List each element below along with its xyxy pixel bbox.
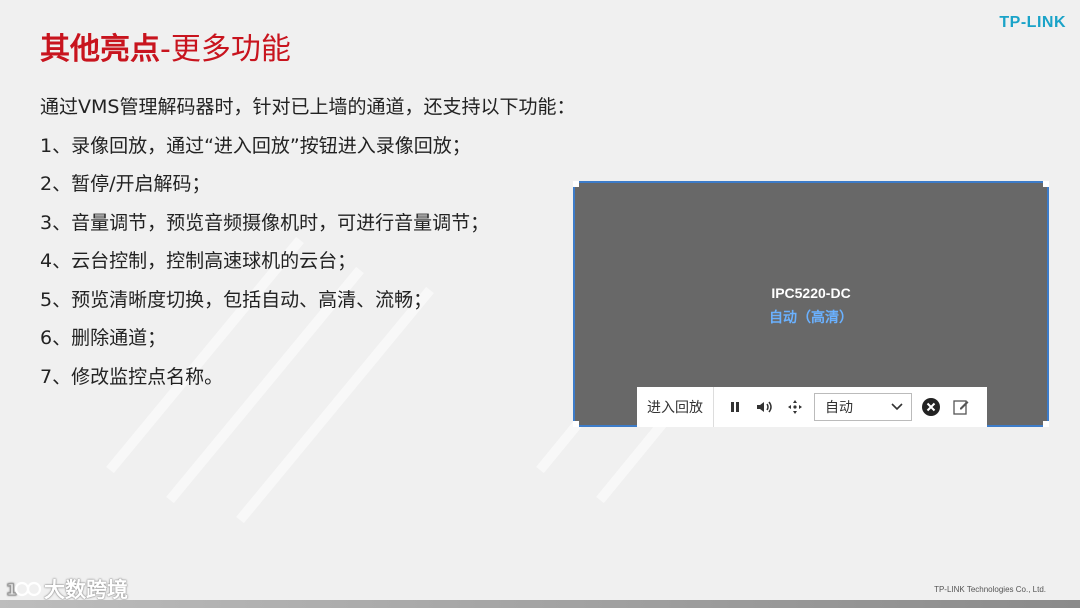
volume-icon[interactable]: [750, 387, 780, 427]
quality-status: 自动（高清）: [769, 310, 853, 326]
list-item: 5、预览清晰度切换，包括自动、高清、流畅；: [40, 288, 433, 311]
list-item: 7、修改监控点名称。: [40, 365, 224, 388]
list-item: 2、暂停/开启解码；: [40, 173, 211, 195]
resize-handle[interactable]: [1043, 421, 1049, 427]
rename-edit-icon[interactable]: [946, 387, 976, 427]
pause-icon[interactable]: [720, 387, 750, 427]
quality-select-value: 自动: [825, 400, 853, 416]
title-main: 其他亮点: [40, 32, 160, 67]
ptz-move-icon[interactable]: [780, 387, 810, 427]
page-title: 其他亮点-更多功能: [40, 24, 291, 68]
list-item: 4、云台控制，控制高速球机的云台；: [40, 250, 357, 272]
resize-handle[interactable]: [573, 181, 579, 187]
feature-list: 通过VMS管理解码器时，针对已上墙的通道，还支持以下功能： 1、录像回放，通过“…: [40, 88, 660, 396]
list-item: 6、删除通道；: [40, 327, 167, 349]
intro-line: 通过VMS管理解码器时，针对已上墙的通道，还支持以下功能：: [40, 96, 576, 118]
video-window[interactable]: IPC5220-DC 自动（高清） 进入回放 自动: [573, 181, 1049, 427]
list-item: 1、录像回放，通过“进入回放”按钮进入录像回放；: [40, 134, 471, 157]
close-circle-icon[interactable]: [916, 387, 946, 427]
brand-logo-icon: 1: [6, 580, 42, 599]
quality-select[interactable]: 自动: [814, 393, 912, 421]
chevron-down-icon: [891, 399, 903, 415]
list-item: 3、音量调节，预览音频摄像机时，可进行音量调节；: [40, 211, 490, 234]
company-footer: TP-LINK Technologies Co., Ltd.: [934, 585, 1046, 594]
tplink-logo: TP-LINK: [999, 14, 1066, 31]
channel-toolbar: 进入回放 自动: [637, 387, 987, 427]
resize-handle[interactable]: [573, 421, 579, 427]
bottom-bar: [0, 600, 1080, 608]
playback-button[interactable]: 进入回放: [637, 387, 714, 427]
title-sub: -更多功能: [160, 32, 291, 67]
resize-handle[interactable]: [1043, 181, 1049, 187]
camera-name: IPC5220-DC: [771, 285, 851, 301]
